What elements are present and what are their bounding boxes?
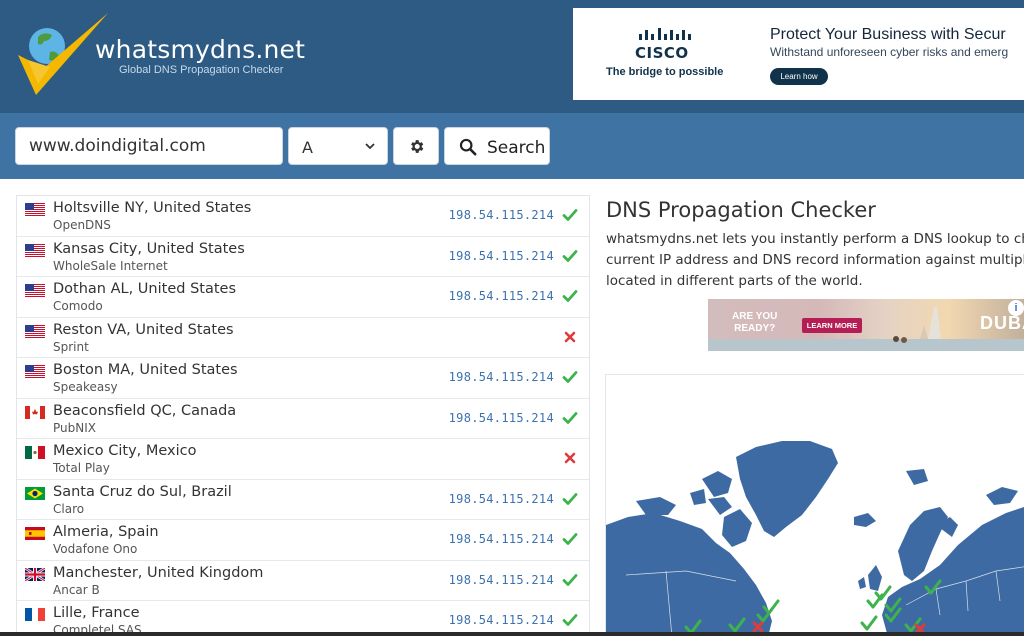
- bottom-edge: [0, 632, 1024, 636]
- domain-input[interactable]: [15, 127, 283, 165]
- result-provider: WholeSale Internet: [53, 258, 168, 273]
- result-location: Beaconsfield QC, Canada: [53, 402, 237, 419]
- world-map-image: [606, 441, 1024, 635]
- result-row[interactable]: Santa Cruz do Sul, Brazil Claro 198.54.115…: [17, 480, 589, 520]
- result-row[interactable]: Dothan AL, United States Comodo 198.54.115…: [17, 277, 589, 318]
- ad-info-icon[interactable]: i: [1008, 300, 1024, 316]
- result-ip[interactable]: 198.54.115.214: [449, 249, 554, 263]
- result-location: Almeria, Spain: [53, 524, 159, 540]
- result-location: Manchester, United Kingdom: [53, 564, 264, 581]
- ad-ready-line2: READY?: [734, 323, 776, 334]
- cross-icon: [562, 450, 578, 466]
- result-row[interactable]: Lille, France Completel SAS 198.54.115.214: [17, 601, 589, 636]
- result-location: Holtsville NY, United States: [53, 200, 252, 216]
- result-ip[interactable]: 198.54.115.214: [449, 532, 554, 546]
- gear-icon: [411, 140, 424, 153]
- result-row[interactable]: Beaconsfield QC, Canada PubNIX 198.54.115.…: [17, 399, 589, 439]
- flag-ca-icon: [25, 405, 45, 419]
- ad-headline: Protect Your Business with Secur: [770, 26, 1006, 43]
- result-ip[interactable]: 198.54.115.214: [449, 492, 554, 506]
- result-provider: Ancar B: [53, 582, 100, 597]
- result-row[interactable]: Reston VA, United States Sprint: [17, 318, 589, 358]
- result-provider: PubNIX: [53, 420, 96, 435]
- result-provider: Total Play: [53, 461, 110, 475]
- search-icon: [459, 138, 477, 156]
- check-icon: [562, 248, 578, 264]
- ad-ready-line1: ARE YOU: [732, 311, 778, 322]
- check-icon: [562, 531, 578, 547]
- ad-learn-more-button[interactable]: LEARN MORE: [802, 318, 862, 333]
- result-location: Mexico City, Mexico: [53, 443, 197, 459]
- result-provider: Vodafone Ono: [53, 542, 138, 556]
- ad-brand: CISCO: [635, 44, 689, 62]
- result-ip[interactable]: 198.54.115.214: [449, 613, 554, 627]
- side-advertisement[interactable]: ARE YOU READY? LEARN MORE DUBA i: [708, 299, 1024, 351]
- site-header: whatsmydns.net Global DNS Propagation Ch…: [0, 0, 1024, 113]
- check-icon: [562, 369, 578, 385]
- flag-mx-icon: [25, 446, 45, 459]
- result-location: Dothan AL, United States: [53, 281, 236, 297]
- search-bar: A Search: [0, 113, 1024, 179]
- result-location: Lille, France: [53, 605, 140, 621]
- flag-fr-icon: [25, 608, 45, 621]
- site-title[interactable]: whatsmydns.net: [95, 35, 305, 64]
- chevron-down-icon: [365, 143, 375, 150]
- record-type-select[interactable]: A: [288, 127, 388, 165]
- ad-tagline: The bridge to possible: [606, 66, 724, 78]
- result-provider: OpenDNS: [53, 218, 111, 232]
- info-line: whatsmydns.net lets you instantly perfor…: [606, 231, 1024, 247]
- result-row[interactable]: Boston MA, United States Speakeasy 198.54.…: [17, 358, 589, 399]
- result-provider: Sprint: [53, 339, 89, 354]
- info-title: DNS Propagation Checker: [606, 198, 876, 222]
- result-location: Santa Cruz do Sul, Brazil: [53, 483, 232, 500]
- check-icon: [562, 288, 578, 304]
- flag-us-icon: [25, 243, 45, 257]
- search-button-label: Search: [487, 138, 546, 158]
- flag-us-icon: [25, 284, 45, 297]
- search-button[interactable]: Search: [444, 127, 550, 165]
- result-row[interactable]: Holtsville NY, United States OpenDNS 198.5…: [17, 196, 589, 237]
- result-row[interactable]: Almeria, Spain Vodafone Ono 198.54.115.214: [17, 520, 589, 561]
- flag-us-icon: [25, 324, 45, 338]
- result-row[interactable]: Kansas City, United States WholeSale Inte…: [17, 237, 589, 277]
- result-ip[interactable]: 198.54.115.214: [449, 208, 554, 222]
- ad-subline: Withstand unforeseen cyber risks and eme…: [770, 45, 1009, 59]
- info-line: located in different parts of the world.: [606, 273, 863, 289]
- info-description: whatsmydns.net lets you instantly perfor…: [606, 229, 1024, 292]
- result-ip[interactable]: 198.54.115.214: [449, 411, 554, 425]
- flag-us-icon: [25, 203, 45, 216]
- ad-ready-text: ARE YOU READY?: [732, 311, 777, 335]
- cross-icon: [562, 329, 578, 345]
- result-provider: Speakeasy: [53, 380, 118, 394]
- result-ip[interactable]: 198.54.115.214: [449, 289, 554, 303]
- flag-gb-icon: [25, 567, 45, 581]
- result-location: Kansas City, United States: [53, 240, 245, 257]
- check-icon: [562, 207, 578, 223]
- flag-us-icon: [25, 365, 45, 378]
- result-ip[interactable]: 198.54.115.214: [449, 370, 554, 384]
- results-list: Holtsville NY, United States OpenDNS 198.5…: [16, 195, 590, 636]
- check-icon: [562, 491, 578, 507]
- flag-br-icon: [25, 486, 45, 500]
- result-location: Reston VA, United States: [53, 321, 234, 338]
- check-icon: [562, 572, 578, 588]
- result-location: Boston MA, United States: [53, 362, 238, 378]
- result-row[interactable]: Mexico City, Mexico Total Play: [17, 439, 589, 480]
- result-row[interactable]: Manchester, United Kingdom Ancar B 198.54.…: [17, 561, 589, 601]
- site-subtitle: Global DNS Propagation Checker: [119, 64, 284, 76]
- result-ip[interactable]: 198.54.115.214: [449, 573, 554, 587]
- info-line: current IP address and DNS record inform…: [606, 252, 1024, 268]
- world-map[interactable]: [605, 374, 1024, 636]
- record-type-value: A: [302, 138, 313, 157]
- check-icon: [562, 410, 578, 426]
- result-provider: Comodo: [53, 299, 103, 313]
- ad-learn-how-button[interactable]: Learn how: [770, 68, 828, 85]
- ad-city-text: DUBA: [980, 313, 1024, 333]
- settings-button[interactable]: [393, 127, 439, 165]
- top-advertisement[interactable]: CISCO The bridge to possible Protect You…: [573, 8, 1024, 100]
- check-icon: [562, 612, 578, 628]
- result-provider: Claro: [53, 501, 85, 516]
- flag-es-icon: [25, 527, 45, 540]
